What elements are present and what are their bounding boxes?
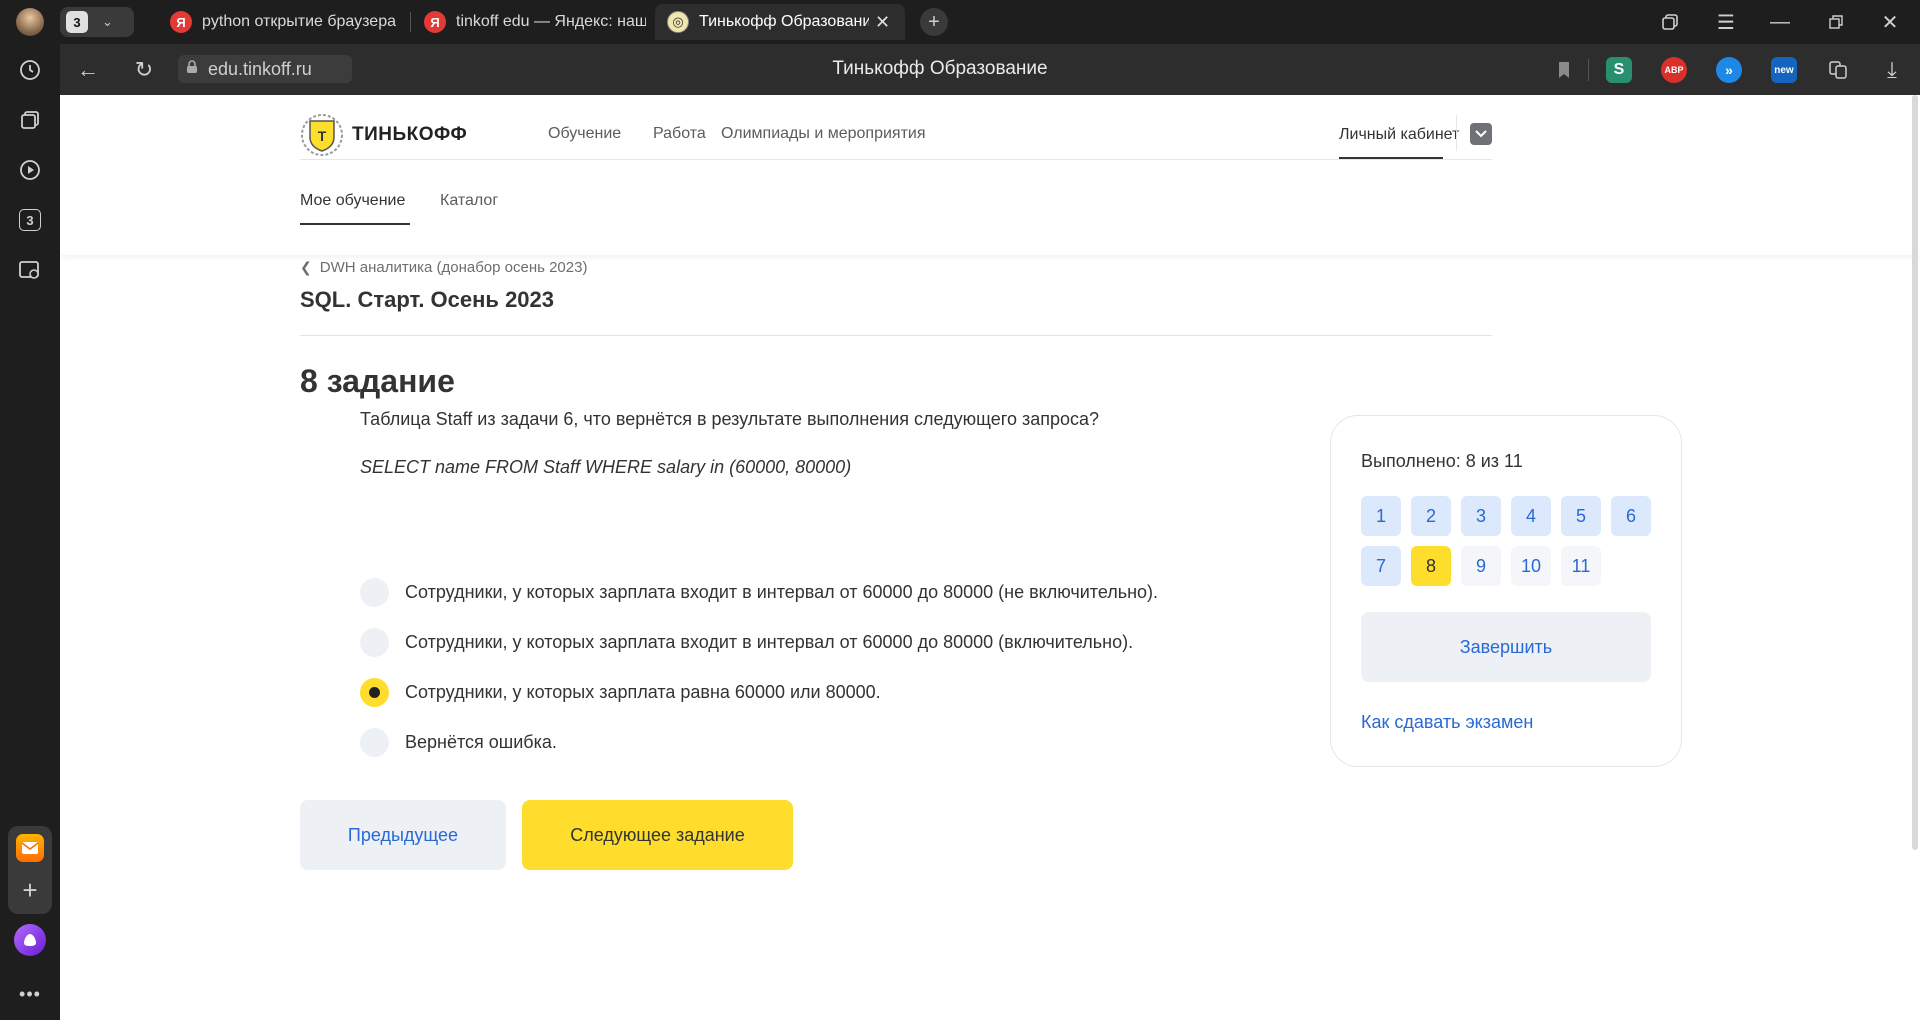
menu-icon[interactable]: ☰ [1712, 8, 1740, 36]
progress-card: Выполнено: 8 из 11 1 2 3 4 5 6 7 8 9 10 … [1330, 415, 1682, 767]
collections-icon[interactable] [1656, 8, 1684, 36]
task-question: Таблица Staff из задачи 6, что вернётся … [360, 409, 1100, 429]
answer-label: Сотрудники, у которых зарплата равна 600… [405, 682, 881, 702]
answer-label: Вернётся ошибка. [405, 732, 557, 752]
page-content: Т ТИНЬКОФФ Обучение Работа Олимпиады и м… [60, 95, 1920, 1020]
yandex-icon: Я [170, 11, 192, 33]
tinkoff-logo[interactable]: Т ТИНЬКОФФ [300, 113, 467, 157]
subnav-active-underline [300, 223, 410, 225]
bookmark-icon[interactable] [1550, 56, 1578, 84]
nav-olympiads[interactable]: Олимпиады и мероприятия [721, 125, 926, 143]
task-heading: 8 задание [300, 363, 455, 399]
radio-button[interactable] [360, 628, 389, 657]
course-title: SQL. Старт. Осень 2023 [300, 287, 555, 312]
radio-button[interactable] [360, 578, 389, 607]
radio-button[interactable] [360, 728, 389, 757]
screenshot-icon[interactable] [16, 256, 44, 284]
history-icon[interactable] [16, 56, 44, 84]
site-header: Т ТИНЬКОФФ Обучение Работа Олимпиады и м… [60, 95, 1920, 255]
toolbar-divider [1588, 59, 1589, 81]
side-badge: 3 [19, 209, 41, 231]
answer-option-4[interactable]: Вернётся ошибка. [360, 728, 557, 757]
progress-label: Выполнено: 8 из 11 [1361, 451, 1523, 471]
translate-icon[interactable] [1824, 56, 1852, 84]
finish-button[interactable]: Завершить [1361, 612, 1651, 682]
adblock-icon[interactable]: ABP [1661, 57, 1687, 83]
account-link[interactable]: Личный кабинет [1339, 126, 1459, 144]
new-tab-icon[interactable]: + [920, 8, 948, 36]
tab-count-badge: 3 [66, 11, 88, 33]
question-11[interactable]: 11 [1561, 546, 1601, 586]
account-menu-icon[interactable] [1470, 123, 1492, 145]
page-scrollbar[interactable] [1912, 95, 1918, 850]
yandex-icon: Я [424, 11, 446, 33]
question-10[interactable]: 10 [1511, 546, 1551, 586]
tab-count-side-icon[interactable]: 3 [16, 206, 44, 234]
answer-option-3[interactable]: Сотрудники, у которых зарплата равна 600… [360, 678, 881, 707]
minimize-icon[interactable]: — [1766, 8, 1794, 36]
browser-sidebar: 3 + ••• [0, 44, 60, 1020]
question-7[interactable]: 7 [1361, 546, 1401, 586]
chevron-down-icon: ⌄ [102, 14, 113, 29]
next-task-button[interactable]: Следующее задание [522, 800, 793, 870]
profile-avatar[interactable] [16, 8, 44, 36]
tab-label: python открытие браузера [202, 13, 396, 30]
tab-tinkoff-search[interactable]: Я tinkoff edu — Яндекс: наш [412, 4, 652, 40]
question-8-current[interactable]: 8 [1411, 546, 1451, 586]
answer-label: Сотрудники, у которых зарплата входит в … [405, 632, 1134, 652]
breadcrumb[interactable]: ❮ DWH аналитика (донабор осень 2023) [300, 259, 587, 276]
close-tab-icon[interactable]: ✕ [875, 12, 890, 33]
breadcrumb-label: DWH аналитика (донабор осень 2023) [319, 259, 588, 276]
radio-button-selected[interactable] [360, 678, 389, 707]
tab-group-button[interactable]: 3 ⌄ [60, 7, 134, 37]
course-divider [300, 335, 1492, 336]
exam-help-link[interactable]: Как сдавать экзамен [1361, 712, 1533, 733]
logo-text: ТИНЬКОФФ [352, 124, 468, 145]
mail-icon[interactable] [16, 834, 44, 862]
header-divider [300, 159, 1492, 160]
previous-button[interactable]: Предыдущее [300, 800, 506, 870]
tab-label: tinkoff edu — Яндекс: наш [456, 13, 646, 30]
task-code: SELECT name FROM Staff WHERE salary in (… [360, 457, 852, 477]
more-icon[interactable]: ••• [16, 984, 44, 1004]
tabs-icon[interactable] [16, 106, 44, 134]
answer-label: Сотрудники, у которых зарплата входит в … [405, 582, 1159, 602]
question-4[interactable]: 4 [1511, 496, 1551, 536]
nav-learning[interactable]: Обучение [548, 125, 621, 143]
question-1[interactable]: 1 [1361, 496, 1401, 536]
restore-icon[interactable] [1822, 8, 1850, 36]
question-2[interactable]: 2 [1411, 496, 1451, 536]
blue-extension-icon[interactable]: » [1716, 57, 1742, 83]
browser-address-bar: ← ↻ edu.tinkoff.ru Тинькофф Образование … [60, 44, 1920, 95]
tab-label: Тинькофф Образование [699, 13, 869, 30]
tab-divider [410, 12, 411, 32]
chevron-left-icon: ❮ [300, 259, 312, 275]
alice-icon[interactable] [14, 924, 46, 956]
answer-option-1[interactable]: Сотрудники, у которых зарплата входит в … [360, 578, 1158, 607]
answer-option-2[interactable]: Сотрудники, у которых зарплата входит в … [360, 628, 1133, 657]
question-5[interactable]: 5 [1561, 496, 1601, 536]
tab-python[interactable]: Я python открытие браузера [158, 4, 408, 40]
nav-work[interactable]: Работа [653, 125, 706, 143]
video-icon[interactable] [16, 156, 44, 184]
question-3[interactable]: 3 [1461, 496, 1501, 536]
tinkoff-emblem-icon: Т [301, 114, 343, 156]
close-window-icon[interactable]: ✕ [1876, 8, 1904, 36]
browser-tab-bar: 3 ⌄ Я python открытие браузера Я tinkoff… [0, 0, 1920, 44]
svg-text:Т: Т [318, 128, 327, 144]
tinkoff-icon: ◎ [667, 11, 689, 33]
subnav-catalog[interactable]: Каталог [440, 192, 498, 210]
question-9[interactable]: 9 [1461, 546, 1501, 586]
s-extension-icon[interactable]: S [1606, 57, 1632, 83]
question-6[interactable]: 6 [1611, 496, 1651, 536]
download-icon[interactable]: ⤓ [1878, 56, 1906, 84]
tab-tinkoff-education[interactable]: ◎ Тинькофф Образование ✕ [655, 4, 905, 40]
add-app-icon[interactable]: + [16, 875, 44, 905]
new-extension-icon[interactable]: new [1771, 57, 1797, 83]
subnav-my-learning[interactable]: Мое обучение [300, 192, 405, 210]
account-divider [1456, 115, 1457, 151]
